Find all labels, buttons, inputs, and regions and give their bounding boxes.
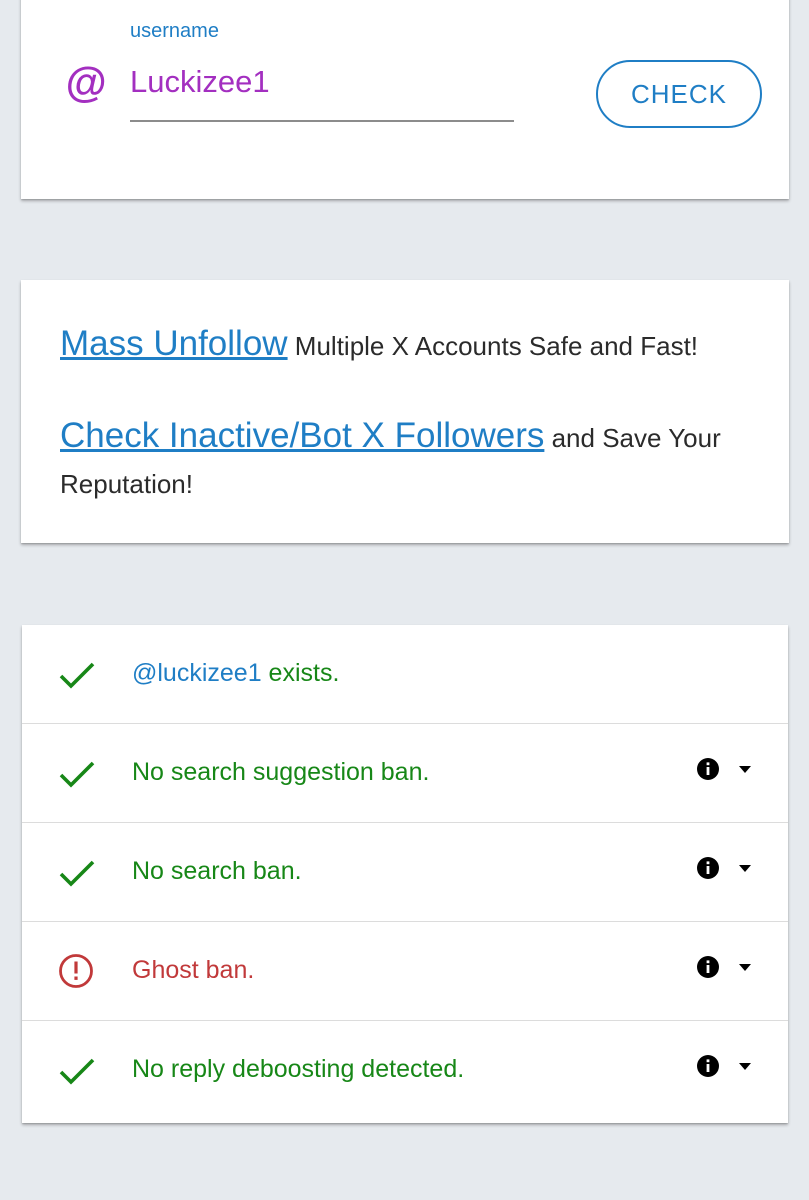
at-sign-icon: @ (65, 59, 106, 106)
username-input[interactable] (130, 62, 514, 122)
caret-down-icon (739, 964, 751, 971)
promo-line-1-text: Multiple X Accounts Safe and Fast! (287, 331, 699, 361)
result-exists-text: @luckizee1 exists. (132, 659, 340, 687)
result-row-exists: @luckizee1 exists. (22, 625, 788, 724)
check-icon (59, 761, 95, 788)
check-icon (59, 662, 95, 689)
info-icon (697, 758, 719, 780)
info-icon (697, 1055, 719, 1077)
result-row-search-ban: No search ban. (22, 823, 788, 922)
info-dropdown-toggle[interactable] (696, 1054, 758, 1080)
promo-line-check-inactive: Check Inactive/Bot X Followers and Save … (60, 413, 759, 507)
info-dropdown-toggle[interactable] (696, 955, 758, 981)
result-row-ghost-ban: Ghost ban. (22, 922, 788, 1021)
result-row-search-suggestion-ban: No search suggestion ban. (22, 724, 788, 823)
result-label: Ghost ban. (132, 956, 255, 984)
error-circle-icon (59, 954, 93, 988)
promo-card: Mass Unfollow Multiple X Accounts Safe a… (21, 280, 789, 543)
caret-down-icon (739, 865, 751, 872)
caret-down-icon (739, 1063, 751, 1070)
result-label: No search suggestion ban. (132, 758, 430, 786)
check-icon (59, 1058, 95, 1085)
mass-unfollow-link[interactable]: Mass Unfollow (60, 324, 288, 363)
result-label: No search ban. (132, 857, 302, 885)
results-card: @luckizee1 exists. No search suggestion … (22, 625, 788, 1123)
username-handle: @luckizee1 (132, 659, 262, 687)
info-dropdown-toggle[interactable] (696, 856, 758, 882)
caret-down-icon (739, 766, 751, 773)
info-dropdown-toggle[interactable] (696, 757, 758, 783)
promo-line-mass-unfollow: Mass Unfollow Multiple X Accounts Safe a… (60, 321, 759, 369)
check-icon (59, 860, 95, 887)
username-label: username (130, 20, 219, 42)
username-search-card: username @ CHECK (21, 0, 789, 199)
info-icon (697, 956, 719, 978)
check-button[interactable]: CHECK (596, 60, 762, 128)
check-inactive-followers-link[interactable]: Check Inactive/Bot X Followers (60, 416, 544, 455)
info-icon (697, 857, 719, 879)
result-row-reply-deboosting: No reply deboosting detected. (22, 1021, 788, 1123)
result-label: No reply deboosting detected. (132, 1055, 465, 1083)
